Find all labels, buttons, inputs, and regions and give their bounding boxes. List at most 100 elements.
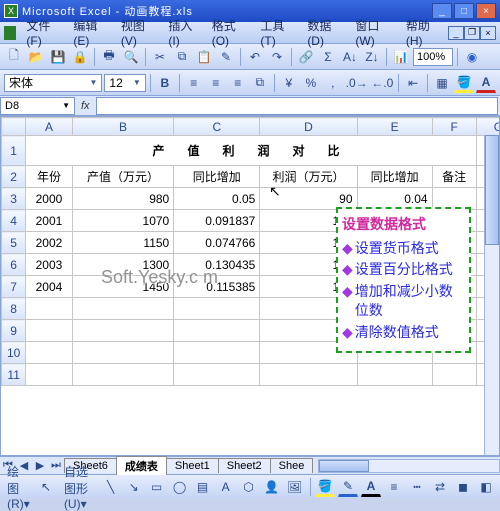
select-all-corner[interactable] bbox=[2, 118, 26, 136]
textbox-icon[interactable]: ▤ bbox=[193, 477, 213, 497]
oval-icon[interactable]: ◯ bbox=[170, 477, 190, 497]
merge-center-icon[interactable]: ⧉ bbox=[250, 73, 270, 93]
align-left-icon[interactable]: ≡ bbox=[184, 73, 204, 93]
menu-insert[interactable]: 插入(I) bbox=[162, 15, 205, 50]
sheet-tab[interactable]: Shee bbox=[270, 458, 314, 473]
menu-data[interactable]: 数据(D) bbox=[301, 15, 349, 50]
hdr-output[interactable]: 产值（万元） bbox=[72, 166, 174, 188]
menu-window[interactable]: 窗口(W) bbox=[349, 15, 399, 50]
cell[interactable]: 2002 bbox=[26, 232, 72, 254]
font-size-combo[interactable]: 12▼ bbox=[104, 74, 145, 92]
formula-input[interactable] bbox=[96, 97, 498, 115]
cell[interactable]: 0.130435 bbox=[174, 254, 260, 276]
draw-menu[interactable]: 绘图(R)▾ bbox=[4, 477, 33, 497]
align-center-icon[interactable]: ≡ bbox=[206, 73, 226, 93]
cell[interactable]: 1450 bbox=[72, 276, 174, 298]
3d-icon[interactable]: ◧ bbox=[476, 477, 496, 497]
copy-icon[interactable]: ⧉ bbox=[172, 47, 192, 67]
close-button[interactable]: × bbox=[476, 3, 496, 19]
vertical-scrollbar[interactable] bbox=[484, 135, 499, 455]
sheet-tab[interactable]: Sheet1 bbox=[166, 458, 219, 473]
fill-color-icon[interactable]: 🪣 bbox=[454, 73, 474, 93]
font-color-icon[interactable]: A bbox=[476, 73, 496, 93]
row-4[interactable]: 4 bbox=[2, 210, 26, 232]
line-style-icon[interactable]: ≡ bbox=[384, 477, 404, 497]
col-D[interactable]: D bbox=[260, 118, 357, 136]
maximize-button[interactable]: □ bbox=[454, 3, 474, 19]
sort-asc-icon[interactable]: A↓ bbox=[340, 47, 360, 67]
arrow-style-icon[interactable]: ⇄ bbox=[430, 477, 450, 497]
row-5[interactable]: 5 bbox=[2, 232, 26, 254]
menu-file[interactable]: 文件(F) bbox=[20, 15, 67, 50]
font-color-draw-icon[interactable]: A bbox=[361, 477, 381, 497]
col-A[interactable]: A bbox=[26, 118, 72, 136]
col-E[interactable]: E bbox=[357, 118, 432, 136]
percent-icon[interactable]: % bbox=[301, 73, 321, 93]
preview-icon[interactable]: 🔍 bbox=[121, 47, 141, 67]
mdi-minimize[interactable]: _ bbox=[448, 26, 464, 40]
arrow-icon[interactable]: ↘ bbox=[124, 477, 144, 497]
cell[interactable]: 980 bbox=[72, 188, 174, 210]
diagram-icon[interactable]: ⬡ bbox=[239, 477, 259, 497]
hdr-year[interactable]: 年份 bbox=[26, 166, 72, 188]
cell[interactable]: 2001 bbox=[26, 210, 72, 232]
line-color-icon[interactable]: ✎ bbox=[338, 477, 358, 497]
title-cell[interactable]: 产 值 利 润 对 比 bbox=[26, 136, 476, 166]
row-11[interactable]: 11 bbox=[2, 364, 26, 386]
cell[interactable]: 0.115385 bbox=[174, 276, 260, 298]
cell[interactable]: 2000 bbox=[26, 188, 72, 210]
cell[interactable]: 0.05 bbox=[174, 188, 260, 210]
cell[interactable]: 0.074766 bbox=[174, 232, 260, 254]
select-objects-icon[interactable]: ↖ bbox=[36, 477, 56, 497]
paste-icon[interactable]: 📋 bbox=[194, 47, 214, 67]
cut-icon[interactable]: ✂ bbox=[150, 47, 170, 67]
col-B[interactable]: B bbox=[72, 118, 174, 136]
menu-edit[interactable]: 编辑(E) bbox=[67, 15, 115, 50]
autoshapes-menu[interactable]: 自选图形(U)▾ bbox=[59, 477, 98, 497]
name-box[interactable]: D8▼ bbox=[0, 97, 75, 115]
font-name-combo[interactable]: 宋体▼ bbox=[4, 74, 102, 92]
new-icon[interactable]: 🗋 bbox=[4, 47, 24, 67]
menu-help[interactable]: 帮助(H) bbox=[400, 15, 448, 50]
col-F[interactable]: F bbox=[432, 118, 476, 136]
cell[interactable]: 1150 bbox=[72, 232, 174, 254]
menu-format[interactable]: 格式(O) bbox=[206, 15, 255, 50]
fill-color-draw-icon[interactable]: 🪣 bbox=[315, 477, 335, 497]
help-icon[interactable]: ◉ bbox=[462, 47, 482, 67]
sheet-tab[interactable]: Sheet2 bbox=[218, 458, 271, 473]
currency-icon[interactable]: ¥ bbox=[279, 73, 299, 93]
line-icon[interactable]: ╲ bbox=[101, 477, 121, 497]
permission-icon[interactable]: 🔒 bbox=[70, 47, 90, 67]
mdi-close[interactable]: × bbox=[480, 26, 496, 40]
row-6[interactable]: 6 bbox=[2, 254, 26, 276]
clipart-icon[interactable]: 👤 bbox=[262, 477, 282, 497]
row-7[interactable]: 7 bbox=[2, 276, 26, 298]
mdi-restore[interactable]: ❐ bbox=[464, 26, 480, 40]
hdr-profit[interactable]: 利润（万元） bbox=[260, 166, 357, 188]
wordart-icon[interactable]: A bbox=[216, 477, 236, 497]
format-painter-icon[interactable]: ✎ bbox=[216, 47, 236, 67]
chart-icon[interactable]: 📊 bbox=[391, 47, 411, 67]
row-2[interactable]: 2 bbox=[2, 166, 26, 188]
bold-icon[interactable]: B bbox=[155, 73, 175, 93]
menu-tools[interactable]: 工具(T) bbox=[254, 15, 301, 50]
row-8[interactable]: 8 bbox=[2, 298, 26, 320]
row-1[interactable]: 1 bbox=[2, 136, 26, 166]
align-right-icon[interactable]: ≡ bbox=[228, 73, 248, 93]
hdr-inc2[interactable]: 同比增加 bbox=[357, 166, 432, 188]
indent-icon[interactable]: ⇤ bbox=[403, 73, 423, 93]
col-G[interactable]: G bbox=[476, 118, 500, 136]
increase-decimal-icon[interactable]: .0→ bbox=[345, 73, 369, 93]
row-9[interactable]: 9 bbox=[2, 320, 26, 342]
horizontal-scrollbar[interactable] bbox=[318, 459, 500, 473]
hdr-note[interactable]: 备注 bbox=[432, 166, 476, 188]
sort-desc-icon[interactable]: Z↓ bbox=[362, 47, 382, 67]
sheet-tab-active[interactable]: 成绩表 bbox=[116, 456, 167, 475]
decrease-decimal-icon[interactable]: ←.0 bbox=[370, 73, 394, 93]
cell[interactable]: 1300 bbox=[72, 254, 174, 276]
borders-icon[interactable]: ▦ bbox=[432, 73, 452, 93]
print-icon[interactable]: 🖶 bbox=[99, 47, 119, 67]
comma-icon[interactable]: , bbox=[323, 73, 343, 93]
tab-next-icon[interactable]: ▶ bbox=[32, 458, 48, 474]
dash-style-icon[interactable]: ┅ bbox=[407, 477, 427, 497]
